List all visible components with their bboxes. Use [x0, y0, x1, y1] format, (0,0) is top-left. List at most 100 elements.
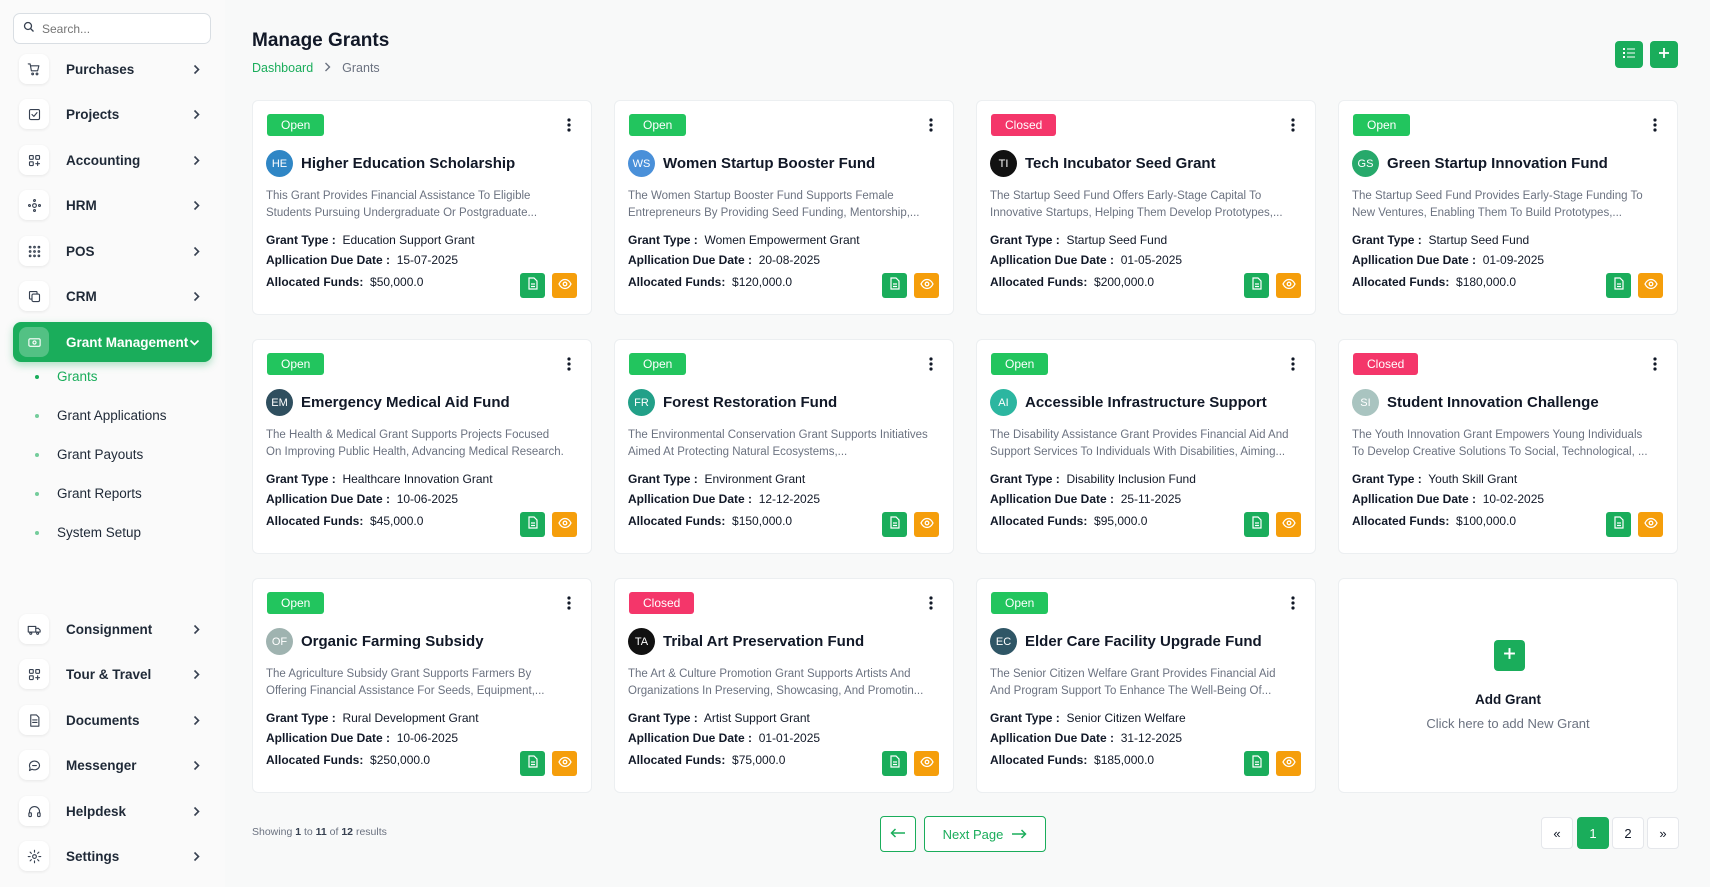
due-date-value: 31-12-2025 — [1120, 731, 1183, 745]
grant-title[interactable]: Elder Care Facility Upgrade Fund — [1025, 633, 1262, 650]
details-button[interactable] — [882, 273, 907, 298]
more-options-icon[interactable] — [1647, 354, 1663, 374]
more-options-icon[interactable] — [561, 354, 577, 374]
bullet-icon — [32, 528, 42, 538]
sidebar-item-label: Purchases — [66, 61, 135, 77]
sidebar-subitem-grant-applications[interactable]: Grant Applications — [32, 408, 167, 423]
grant-type-row: Grant Type : Senior Citizen Welfare — [990, 711, 1186, 725]
grant-title[interactable]: Tribal Art Preservation Fund — [663, 633, 864, 650]
sidebar-item-label: Projects — [66, 106, 120, 122]
grant-title[interactable]: Forest Restoration Fund — [663, 394, 837, 411]
add-grant-card[interactable]: Add Grant Click here to add New Grant — [1338, 578, 1678, 793]
view-button[interactable] — [552, 751, 577, 776]
more-options-icon[interactable] — [923, 593, 939, 613]
grant-title[interactable]: Women Startup Booster Fund — [663, 155, 875, 172]
more-options-icon[interactable] — [1285, 354, 1301, 374]
next-page-button[interactable]: Next Page — [924, 816, 1046, 852]
sidebar-item-pos[interactable]: POS — [13, 231, 212, 271]
due-date-row: Apllication Due Date : 01-09-2025 — [1352, 253, 1544, 267]
avatar: TI — [990, 150, 1017, 177]
sidebar-subitem-grant-reports[interactable]: Grant Reports — [32, 486, 142, 501]
view-button[interactable] — [552, 512, 577, 537]
chevron-right-icon — [193, 246, 200, 257]
sidebar-item-consignment[interactable]: Consignment — [13, 609, 212, 649]
details-button[interactable] — [1244, 273, 1269, 298]
grant-title[interactable]: Organic Farming Subsidy — [301, 633, 484, 650]
sidebar-item-accounting[interactable]: Accounting — [13, 140, 212, 180]
sidebar-item-tour-and-travel[interactable]: Tour & Travel — [13, 654, 212, 694]
add-grant-button[interactable] — [1494, 640, 1525, 671]
view-button[interactable] — [1638, 273, 1663, 298]
sidebar-item-crm[interactable]: CRM — [13, 276, 212, 316]
sidebar-item-hrm[interactable]: HRM — [13, 185, 212, 225]
due-date-label: Apllication Due Date : — [628, 731, 753, 745]
view-button[interactable] — [1276, 273, 1301, 298]
status-badge: Closed — [629, 592, 695, 614]
results-to: 11 — [315, 826, 327, 838]
sidebar-item-messenger[interactable]: Messenger — [13, 745, 212, 785]
search-box[interactable] — [13, 13, 211, 44]
arrow-left-icon — [890, 825, 906, 843]
more-options-icon[interactable] — [561, 115, 577, 135]
sidebar-subitem-label: Grants — [57, 369, 98, 384]
page-2-button[interactable]: 2 — [1612, 817, 1644, 849]
funds-value: $100,000.0 — [1456, 514, 1517, 528]
grant-title[interactable]: Student Innovation Challenge — [1387, 394, 1599, 411]
chevron-right-icon — [193, 200, 200, 211]
sidebar-subitem-grants[interactable]: Grants — [32, 369, 98, 384]
previous-page-button[interactable] — [880, 816, 916, 852]
grant-card: Open FR Forest Restoration Fund The Environ… — [614, 339, 954, 554]
search-input[interactable] — [42, 21, 192, 36]
sidebar-item-grant-management[interactable]: Grant Management — [13, 322, 212, 362]
details-button[interactable] — [882, 512, 907, 537]
grant-type-value: Rural Development Grant — [342, 711, 479, 725]
grant-title[interactable]: Higher Education Scholarship — [301, 155, 515, 172]
more-options-icon[interactable] — [1285, 593, 1301, 613]
grant-title[interactable]: Green Startup Innovation Fund — [1387, 155, 1608, 172]
chat-icon — [19, 750, 49, 780]
more-options-icon[interactable] — [1647, 115, 1663, 135]
details-button[interactable] — [520, 273, 545, 298]
list-view-button[interactable] — [1615, 41, 1643, 68]
sidebar-item-projects[interactable]: Projects — [13, 94, 212, 134]
grant-title[interactable]: Accessible Infrastructure Support — [1025, 394, 1267, 411]
grant-title[interactable]: Tech Incubator Seed Grant — [1025, 155, 1216, 172]
details-button[interactable] — [520, 751, 545, 776]
sidebar-subitem-grant-payouts[interactable]: Grant Payouts — [32, 447, 143, 462]
grant-description: The Startup Seed Fund Offers Early-Stage… — [990, 190, 1283, 219]
breadcrumb-dashboard-link[interactable]: Dashboard — [252, 61, 313, 75]
more-options-icon[interactable] — [923, 354, 939, 374]
sidebar-subitem-system-setup[interactable]: System Setup — [32, 525, 141, 540]
view-button[interactable] — [914, 273, 939, 298]
more-options-icon[interactable] — [923, 115, 939, 135]
due-date-label: Apllication Due Date : — [1352, 492, 1477, 506]
details-button[interactable] — [882, 751, 907, 776]
sidebar-item-purchases[interactable]: Purchases — [13, 49, 212, 89]
view-button[interactable] — [1276, 751, 1301, 776]
details-button[interactable] — [1244, 751, 1269, 776]
view-button[interactable] — [1276, 512, 1301, 537]
details-button[interactable] — [520, 512, 545, 537]
sidebar-item-documents[interactable]: Documents — [13, 700, 212, 740]
more-options-icon[interactable] — [561, 593, 577, 613]
sidebar-item-helpdesk[interactable]: Helpdesk — [13, 791, 212, 831]
last-page-button[interactable]: » — [1647, 817, 1679, 849]
first-page-button[interactable]: « — [1541, 817, 1573, 849]
view-button[interactable] — [914, 512, 939, 537]
view-button[interactable] — [1638, 512, 1663, 537]
page-1-button[interactable]: 1 — [1577, 817, 1609, 849]
details-button[interactable] — [1244, 512, 1269, 537]
money-icon — [19, 327, 49, 357]
details-button[interactable] — [1606, 512, 1631, 537]
grant-type-row: Grant Type : Startup Seed Fund — [1352, 233, 1529, 247]
view-button[interactable] — [914, 751, 939, 776]
create-grant-button[interactable] — [1650, 41, 1678, 68]
view-button[interactable] — [552, 273, 577, 298]
details-button[interactable] — [1606, 273, 1631, 298]
status-badge: Open — [267, 592, 325, 614]
more-options-icon[interactable] — [1285, 115, 1301, 135]
sidebar-item-settings[interactable]: Settings — [13, 836, 212, 876]
document-icon — [1613, 515, 1625, 534]
due-date-label: Apllication Due Date : — [628, 492, 753, 506]
grant-title[interactable]: Emergency Medical Aid Fund — [301, 394, 510, 411]
